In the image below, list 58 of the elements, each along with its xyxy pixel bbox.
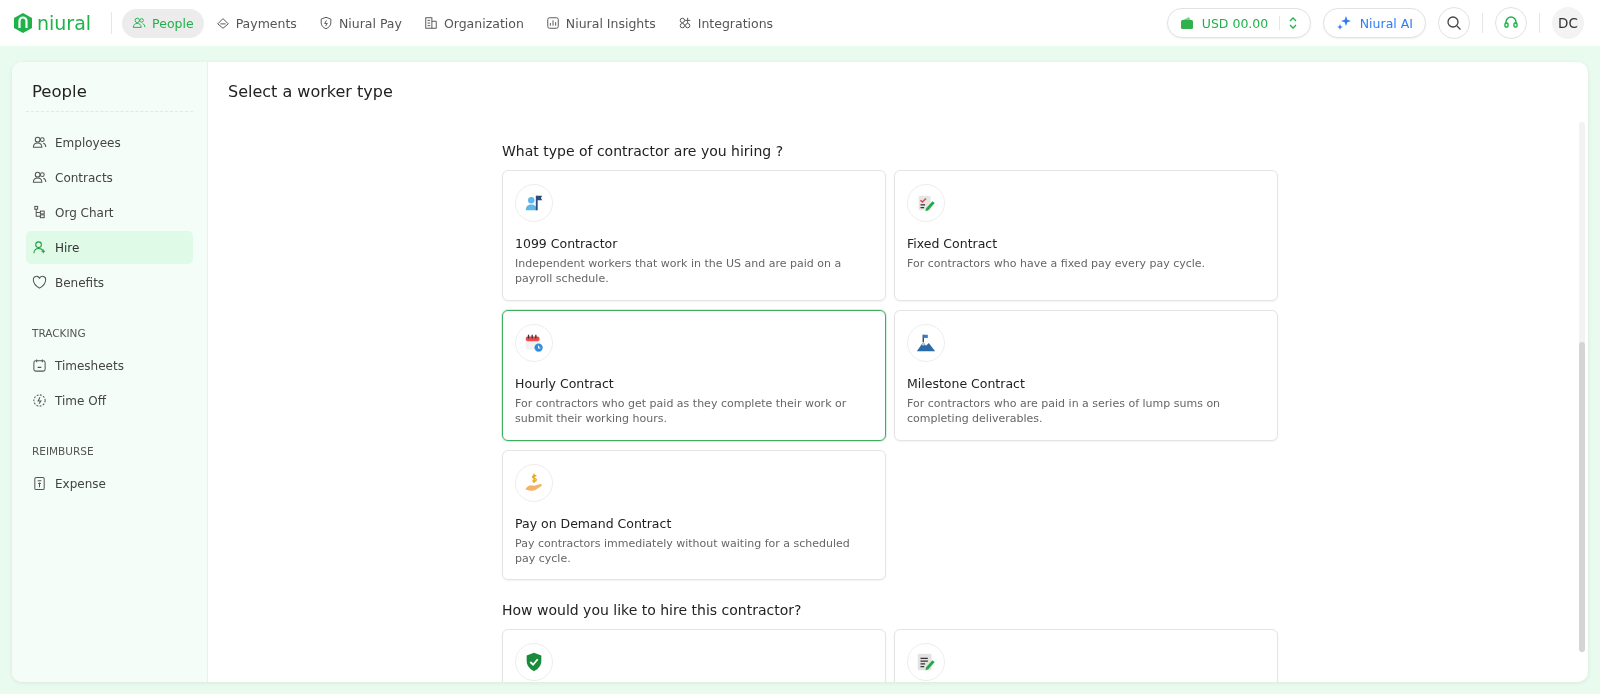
people-icon <box>132 16 147 30</box>
brand-name: niural <box>37 12 92 34</box>
scrollbar[interactable] <box>1579 122 1585 652</box>
user-avatar[interactable]: DC <box>1552 7 1584 39</box>
contractor-type-card[interactable]: 1099 Contractor Independent workers that work in the US and are paid on a payroll schedule. <box>502 170 886 301</box>
card-title: 1099 Contractor <box>515 236 619 251</box>
nav-tab[interactable]: Integrations <box>667 8 784 38</box>
card-description: Independent workers that work in the US and are paid on a payroll schedule. <box>515 256 843 287</box>
contractor-type-card[interactable]: Milestone Contract For contractors who are paid in a series of lump sums on completing deliverables. <box>894 309 1278 441</box>
nav-tab[interactable]: Niural Insights <box>535 8 666 38</box>
chevron-up-down-icon <box>1287 16 1298 30</box>
person-plus-icon <box>32 240 47 255</box>
sidebar-item[interactable]: Timesheets <box>26 349 193 382</box>
sidebar-item[interactable]: Contracts <box>26 161 193 194</box>
card-description: For contractors who have a fixed pay every pay cycle. <box>907 256 1207 272</box>
card-description: Pay contractors immediately without waiting for a scheduled pay cycle. <box>515 535 851 567</box>
card-title: Milestone Contract <box>907 375 1026 391</box>
people-icon <box>32 170 47 185</box>
card-title: Pay on Demand Contract <box>515 515 673 531</box>
nav-tab[interactable]: Payments <box>205 8 307 38</box>
hand-coin-icon <box>523 471 545 494</box>
sidebar-item[interactable]: Employees <box>26 126 193 159</box>
people-icon <box>32 135 47 150</box>
sparkle-icon <box>1335 15 1352 31</box>
section-heading: REIMBURSE <box>31 444 95 459</box>
card-description: For contractors who get paid as they complete their work or submit their working hours. <box>515 395 848 427</box>
sidebar-item[interactable]: Expense <box>26 467 193 500</box>
ai-button[interactable]: Niural AI <box>1322 8 1426 38</box>
sidebar-item[interactable]: Hire <box>26 231 193 264</box>
headset-icon <box>1503 15 1519 31</box>
contractor-type-card[interactable]: Hourly Contract For contractors who get paid as they complete their work or submit their working hours. <box>502 309 886 441</box>
page-title: Select a worker type <box>228 82 394 101</box>
building-icon <box>423 16 438 30</box>
calendar-icon <box>32 358 47 373</box>
question-heading: What type of contractor are you hiring ? <box>502 143 785 159</box>
sidebar-title: People <box>26 78 193 112</box>
sidebar-item[interactable]: Benefits <box>26 266 193 299</box>
search-icon <box>1446 15 1462 31</box>
chart-icon <box>545 16 560 30</box>
wallet-icon <box>1179 16 1194 30</box>
card-title: Hourly Contract <box>515 375 615 391</box>
nav-tab[interactable]: Niural Pay <box>308 8 412 38</box>
section-heading: TRACKING <box>31 326 87 341</box>
card-description: For contractors who are paid in a series of lump sums on completing deliverables. <box>907 395 1222 427</box>
logo-icon <box>14 13 32 33</box>
heart-icon <box>32 275 47 290</box>
sidebar-item[interactable]: Time Off <box>26 384 193 417</box>
grid-icon <box>677 16 692 30</box>
nav-tab[interactable]: Organization <box>413 8 534 38</box>
org-chart-icon <box>32 205 47 220</box>
contractor-type-card[interactable]: Pay on Demand Contract Pay contractors immediately without waiting for a scheduled pay cycle. <box>502 449 886 581</box>
sidebar-item[interactable]: Org Chart <box>26 196 193 229</box>
shield-icon <box>318 16 333 30</box>
card-title: Fixed Contract <box>907 236 999 251</box>
support-button[interactable] <box>1495 7 1527 39</box>
search-button[interactable] <box>1438 7 1470 39</box>
contractor-type-card[interactable]: Fixed Contract For contractors who have a fixed pay every pay cycle. <box>894 170 1278 301</box>
question-heading: How would you like to hire this contractor? <box>502 602 803 619</box>
